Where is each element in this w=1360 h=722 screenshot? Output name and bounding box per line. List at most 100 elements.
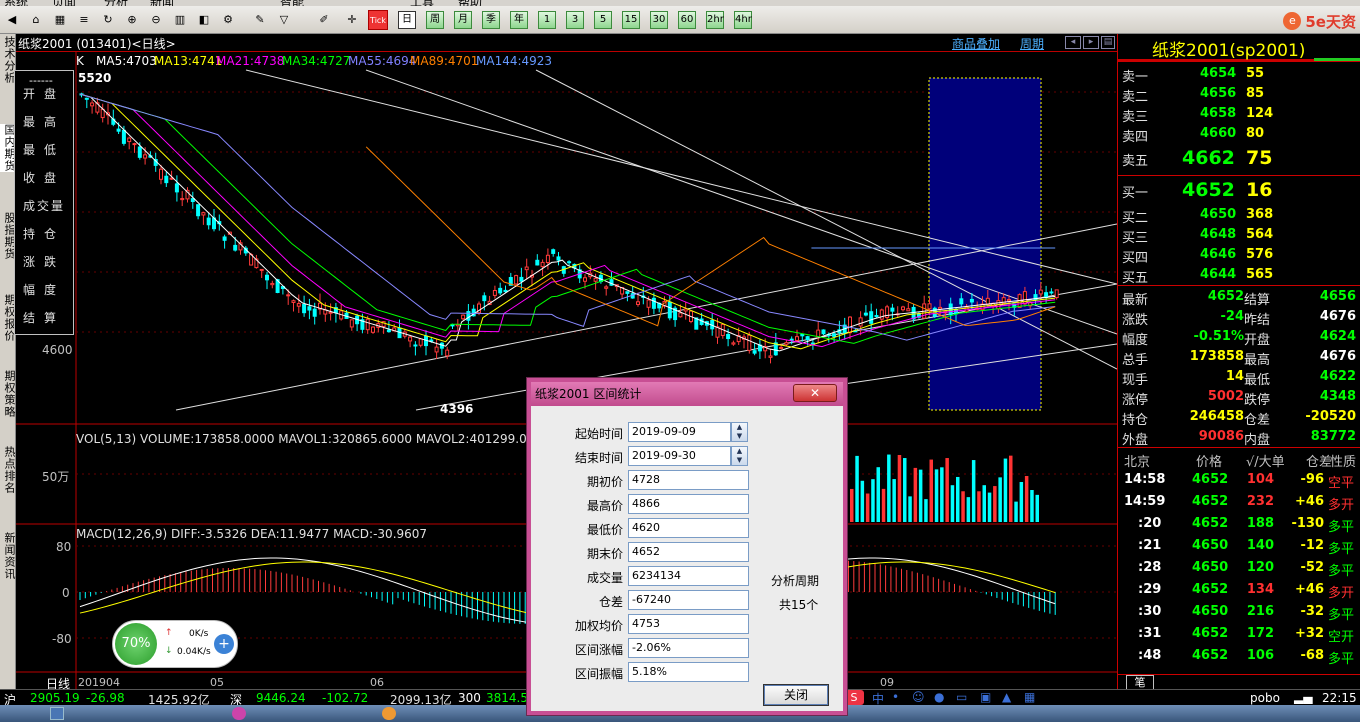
period-button[interactable]: 5 bbox=[594, 11, 612, 29]
close-button[interactable]: 关闭 bbox=[763, 684, 829, 706]
ime-icon[interactable]: S bbox=[844, 690, 864, 705]
ma-line bbox=[79, 93, 1056, 344]
tick-row: :31 4652 172 +32 空开 bbox=[1118, 624, 1360, 645]
quote-label: 买三 bbox=[1122, 231, 1149, 246]
left-tab[interactable]: 新闻资讯 bbox=[0, 532, 16, 580]
dialog-field-input[interactable]: -67240 bbox=[628, 590, 749, 610]
tick-price: 4650 bbox=[1192, 604, 1229, 619]
dialog-field-input[interactable]: 4620 bbox=[628, 518, 749, 538]
quote-volume: 576 bbox=[1246, 247, 1274, 262]
list-icon[interactable]: ≡ bbox=[74, 10, 94, 30]
dialog-field-input[interactable]: 4728 bbox=[628, 470, 749, 490]
crosshair-icon[interactable]: ✛ bbox=[342, 10, 362, 30]
bid-row: 买四 4646 576 bbox=[1118, 245, 1360, 266]
stat-value: 173858 bbox=[1189, 349, 1244, 364]
toolbox-icon[interactable]: ▦ bbox=[1024, 690, 1035, 704]
left-tab[interactable]: 期权策略 bbox=[0, 370, 16, 418]
period-button[interactable]: 15 bbox=[622, 11, 640, 29]
taskbar-app-icon[interactable] bbox=[50, 707, 64, 720]
stat-row: 外盘 90086 内盘 83772 bbox=[1118, 427, 1360, 448]
quote-price: 4656 bbox=[1200, 86, 1237, 101]
volume-bar bbox=[982, 485, 986, 522]
taskbar-app-icon-2[interactable] bbox=[232, 707, 246, 720]
info-box-label: 最低 bbox=[22, 143, 65, 157]
dialog-field-input[interactable]: 5.18% bbox=[628, 662, 749, 682]
tick-button[interactable]: Tick bbox=[368, 10, 388, 30]
tick-oi-change: +32 bbox=[1295, 626, 1324, 641]
dialog-close-button[interactable]: ✕ bbox=[793, 384, 837, 402]
period-button[interactable]: 3 bbox=[566, 11, 584, 29]
zoom-in-icon[interactable]: ⊕ bbox=[122, 10, 142, 30]
status-clock: 22:15 bbox=[1322, 691, 1357, 705]
date-spinner-icon[interactable]: ▲ ▼ bbox=[731, 422, 748, 442]
period-button[interactable]: 周 bbox=[426, 11, 444, 29]
refresh-icon[interactable]: ↻ bbox=[98, 10, 118, 30]
dialog-field-input[interactable]: -2.06% bbox=[628, 638, 749, 658]
emoji-icon[interactable]: ☺ bbox=[912, 690, 925, 704]
dialog-title-bar[interactable]: 纸浆2001 区间统计 ✕ bbox=[531, 382, 843, 406]
tab-ticks[interactable]: 笔 bbox=[1126, 675, 1154, 690]
stat-value: -20520 bbox=[1305, 409, 1356, 424]
keyboard-icon[interactable]: ▭ bbox=[956, 690, 967, 704]
candle-body bbox=[498, 287, 503, 294]
candle-body bbox=[768, 355, 773, 358]
mic-icon[interactable]: ● bbox=[934, 690, 944, 704]
dialog-field-input[interactable]: 2019-09-30 bbox=[628, 446, 731, 466]
shirt-icon[interactable]: ▲ bbox=[1002, 690, 1011, 704]
dialog-field-input[interactable]: 4866 bbox=[628, 494, 749, 514]
tick-price: 4652 bbox=[1192, 648, 1229, 663]
tick-nature: 多平 bbox=[1328, 542, 1355, 557]
tick-oi-change: -68 bbox=[1300, 648, 1325, 663]
left-tab[interactable]: 热点排名 bbox=[0, 446, 16, 494]
filter-icon[interactable]: ▽ bbox=[274, 10, 294, 30]
upload-icon: ↑ bbox=[165, 628, 173, 638]
taskbar-app-icon-3[interactable] bbox=[382, 707, 396, 720]
stat-label: 现手 bbox=[1122, 373, 1149, 388]
grid-icon[interactable]: ▦ bbox=[50, 10, 70, 30]
stat-value: 4348 bbox=[1319, 389, 1356, 404]
period-button[interactable]: 年 bbox=[510, 11, 528, 29]
dialog-field-input[interactable]: 4652 bbox=[628, 542, 749, 562]
dialog-field-label: 结束时间 bbox=[574, 451, 623, 465]
back-icon[interactable]: ◀ bbox=[2, 10, 22, 30]
zoom-out-icon[interactable]: ⊖ bbox=[146, 10, 166, 30]
period-button[interactable]: 30 bbox=[650, 11, 668, 29]
candle-body bbox=[556, 256, 561, 261]
x-label-06: 06 bbox=[370, 676, 384, 689]
chart-icon[interactable]: ▥ bbox=[170, 10, 190, 30]
period-button[interactable]: 60 bbox=[678, 11, 696, 29]
network-widget[interactable]: 70% ↑ 0K/s ↓ 0.04K/s + bbox=[112, 620, 238, 668]
settings-icon[interactable]: ⚙ bbox=[218, 10, 238, 30]
quote-label: 卖五 bbox=[1122, 154, 1149, 169]
x-label-201904: 201904 bbox=[78, 676, 120, 689]
period-button[interactable]: 4hr bbox=[734, 11, 752, 29]
candle-body bbox=[143, 154, 148, 159]
candle-body bbox=[535, 259, 540, 266]
dialog-field-input[interactable]: 4753 bbox=[628, 614, 749, 634]
dialog-field-label: 最高价 bbox=[586, 499, 623, 513]
indicator-icon[interactable]: ◧ bbox=[194, 10, 214, 30]
tick-oi-change: -52 bbox=[1300, 560, 1325, 575]
period-button[interactable]: 月 bbox=[454, 11, 472, 29]
draw-icon[interactable]: ✎ bbox=[250, 10, 270, 30]
period-button[interactable]: 日 bbox=[398, 11, 416, 29]
period-button[interactable]: 2hr bbox=[706, 11, 724, 29]
period-button[interactable]: 1 bbox=[538, 11, 556, 29]
tick-oi-change: -130 bbox=[1291, 516, 1324, 531]
plus-icon[interactable]: + bbox=[214, 634, 234, 654]
date-spinner-icon[interactable]: ▲ ▼ bbox=[731, 446, 748, 466]
info-box-label: 涨跌 bbox=[22, 255, 65, 269]
dialog-field-input[interactable]: 2019-09-09 bbox=[628, 422, 731, 442]
stat-value: 4624 bbox=[1319, 329, 1356, 344]
pen-icon[interactable]: ✐ bbox=[314, 10, 334, 30]
home-icon[interactable]: ⌂ bbox=[26, 10, 46, 30]
punct-icon[interactable]: • bbox=[892, 690, 899, 704]
candle-body bbox=[302, 304, 307, 314]
ticks-header-cell: 仓差 bbox=[1306, 455, 1333, 470]
period-button[interactable]: 季 bbox=[482, 11, 500, 29]
skin-icon[interactable]: ▣ bbox=[980, 690, 991, 704]
tick-price: 4652 bbox=[1192, 494, 1229, 509]
dialog-field-input[interactable]: 6234134 bbox=[628, 566, 749, 586]
stat-value: 90086 bbox=[1198, 429, 1244, 444]
tick-nature: 多平 bbox=[1328, 564, 1355, 579]
